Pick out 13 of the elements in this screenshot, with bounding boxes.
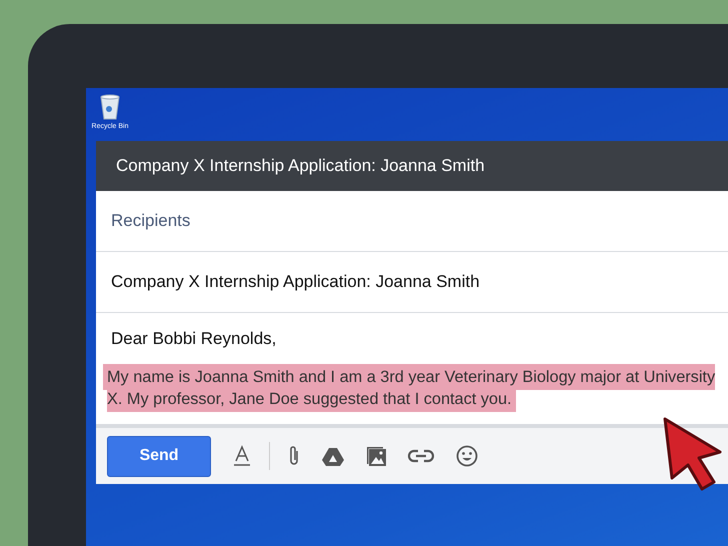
recycle-bin-icon[interactable] [99, 94, 121, 120]
greeting-text: Dear Bobbi Reynolds, [111, 329, 278, 349]
smiley-icon[interactable] [456, 445, 478, 467]
recipients-field[interactable]: Recipients [96, 211, 728, 231]
link-icon[interactable] [408, 449, 434, 463]
triangle-logo-icon[interactable] [322, 446, 344, 466]
send-button[interactable]: Send [107, 436, 211, 476]
text-format-icon[interactable] [233, 445, 251, 467]
body-paragraph: My name is Joanna Smith and I am a 3rd year Veterinary Biology major at University X. My professor, Jane Doe suggested that I contact you. [107, 367, 716, 410]
image-icon[interactable] [366, 446, 386, 466]
window-title: Company X Internship Application: Joanna Smith [116, 156, 485, 176]
paperclip-icon[interactable] [288, 445, 300, 467]
subject-field[interactable]: Company X Internship Application: Joanna Smith [96, 272, 728, 292]
